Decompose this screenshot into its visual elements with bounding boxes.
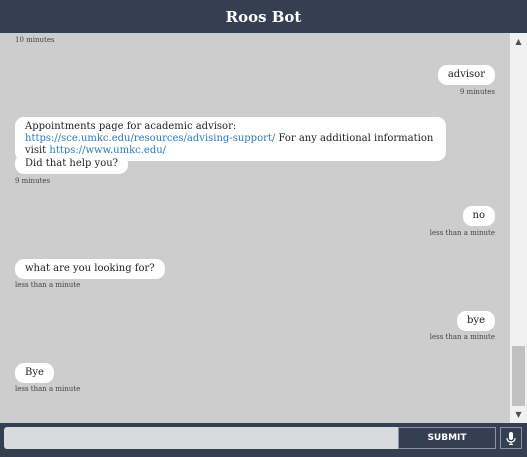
input-bar: SUBMIT	[0, 423, 527, 457]
microphone-icon	[506, 431, 516, 445]
scrollbar-thumb[interactable]	[512, 346, 525, 406]
message-timestamp: 9 minutes	[459, 88, 495, 96]
bot-message-bubble: Did that help you?	[15, 154, 129, 174]
advising-support-link[interactable]: https://sce.umkc.edu/resources/advising-…	[25, 133, 275, 144]
message-timestamp: less than a minute	[15, 385, 81, 393]
message-input[interactable]	[4, 427, 398, 449]
scroll-down-arrow-icon[interactable]: ▼	[510, 406, 527, 423]
user-message-bubble: bye	[457, 311, 495, 331]
scroll-up-arrow-icon[interactable]: ▲	[510, 33, 527, 50]
message-timestamp: 9 minutes	[15, 177, 51, 185]
message-timestamp: less than a minute	[15, 281, 81, 289]
message-timestamp: less than a minute	[429, 229, 495, 237]
chat-scrollbar[interactable]: ▲ ▼	[510, 33, 527, 423]
chat-title: Roos Bot	[225, 7, 302, 26]
message-timestamp: 10 minutes	[15, 36, 55, 44]
user-message-bubble: no	[462, 206, 495, 226]
microphone-button[interactable]	[500, 427, 522, 449]
message-list[interactable]: 10 minutes advisor 9 minutes Appointment…	[0, 33, 510, 423]
submit-button[interactable]: SUBMIT	[398, 427, 496, 449]
bot-message-bubble: what are you looking for?	[15, 259, 165, 279]
bot-message-bubble: Bye	[15, 363, 54, 383]
user-message-bubble: advisor	[437, 65, 495, 85]
bot-message-text: Appointments page for academic advisor:	[25, 121, 237, 132]
message-timestamp: less than a minute	[429, 333, 495, 341]
chat-header: Roos Bot	[0, 0, 527, 33]
chat-window: Roos Bot 10 minutes advisor 9 minutes Ap…	[0, 0, 527, 457]
